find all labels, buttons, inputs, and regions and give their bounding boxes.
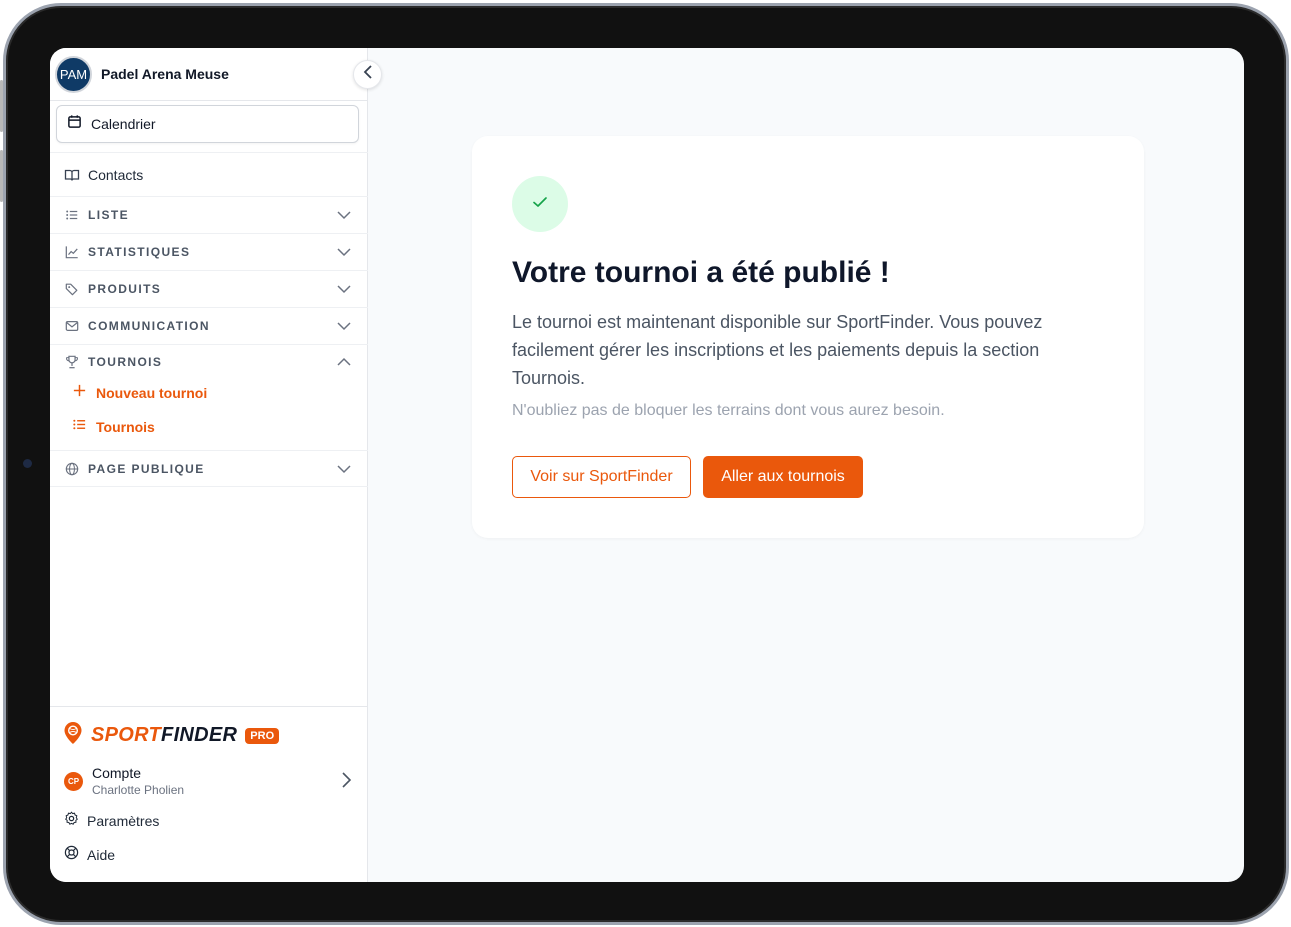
account-title: Compte xyxy=(92,765,142,781)
sidebar-section-produits[interactable]: PRODUITS xyxy=(50,271,368,308)
mail-icon xyxy=(64,318,80,334)
help-label: Aide xyxy=(87,847,116,863)
lifebuoy-icon xyxy=(64,845,79,865)
calendar-icon xyxy=(67,114,82,134)
chevron-down-icon xyxy=(337,464,351,473)
chevron-down-icon xyxy=(337,322,351,331)
org-header[interactable]: PAM Padel Arena Meuse xyxy=(50,48,368,101)
reminder-note: N'oubliez pas de bloquer les terrains do… xyxy=(512,402,945,419)
list-icon xyxy=(64,207,80,223)
org-avatar: PAM xyxy=(55,55,92,93)
success-title: Votre tournoi a été publié ! xyxy=(512,256,890,289)
sidebar-item-nouveau-tournoi[interactable]: Nouveau tournoi xyxy=(72,383,207,403)
section-label: STATISTIQUES xyxy=(88,245,191,259)
volume-button xyxy=(0,150,3,202)
check-icon xyxy=(530,192,550,217)
sidebar-footer: SPORTFINDER PRO CP Compte Charlotte Phol… xyxy=(50,706,368,882)
chevron-down-icon xyxy=(337,285,351,294)
volume-button xyxy=(0,80,3,132)
contacts-label: Contacts xyxy=(88,166,144,183)
camera-dot xyxy=(23,459,32,468)
nouveau-tournoi-label: Nouveau tournoi xyxy=(96,385,208,401)
sidebar-section-statistiques[interactable]: STATISTIQUES xyxy=(50,234,368,271)
chevron-down-icon xyxy=(337,211,351,220)
pro-badge: PRO xyxy=(245,727,280,744)
success-description: Le tournoi est maintenant disponible sur… xyxy=(512,312,1043,388)
account-menu[interactable]: CP Compte Charlotte Pholien xyxy=(64,765,354,797)
sidebar-section-tournois[interactable]: TOURNOIS xyxy=(50,345,368,379)
trophy-icon xyxy=(64,354,80,370)
calendar-label: Calendrier xyxy=(91,116,156,132)
section-label: LISTE xyxy=(88,208,130,222)
tag-icon xyxy=(64,281,80,297)
location-pin-icon xyxy=(63,721,83,750)
org-name: Padel Arena Meuse xyxy=(101,66,229,82)
view-on-sportfinder-button[interactable]: Voir sur SportFinder xyxy=(512,456,691,498)
section-label: TOURNOIS xyxy=(88,355,163,369)
success-card: Votre tournoi a été publié ! Le tournoi … xyxy=(472,136,1144,538)
logo-finder: FINDER xyxy=(161,724,238,746)
chart-icon xyxy=(64,244,80,260)
settings-label: Paramètres xyxy=(87,813,160,829)
plus-icon xyxy=(72,383,87,403)
logo-wordmark: SPORTFINDER xyxy=(91,724,237,747)
success-badge xyxy=(512,176,568,232)
list-icon xyxy=(72,417,87,437)
go-to-tournaments-button[interactable]: Aller aux tournois xyxy=(703,456,863,498)
user-avatar: CP xyxy=(64,772,83,791)
sidebar: PAM Padel Arena Meuse Calendrier Contact… xyxy=(50,48,368,882)
help-link[interactable]: Aide xyxy=(64,845,115,865)
chevron-down-icon xyxy=(337,248,351,257)
logo-sport: SPORT xyxy=(91,724,162,746)
book-icon xyxy=(64,167,80,183)
sidebar-item-contacts[interactable]: Contacts xyxy=(50,152,368,197)
chevron-left-icon xyxy=(361,64,375,85)
collapse-sidebar-button[interactable] xyxy=(353,60,382,89)
sportfinder-logo: SPORTFINDER PRO xyxy=(63,721,280,750)
sidebar-section-page-publique[interactable]: PAGE PUBLIQUE xyxy=(50,450,368,487)
section-label: PAGE PUBLIQUE xyxy=(88,461,205,476)
sidebar-section-communication[interactable]: COMMUNICATION xyxy=(50,308,368,345)
app-screen: PAM Padel Arena Meuse Calendrier Contact… xyxy=(50,48,1244,882)
sidebar-item-tournois[interactable]: Tournois xyxy=(72,417,155,437)
chevron-up-icon xyxy=(337,357,351,366)
chevron-right-icon xyxy=(338,771,354,794)
settings-link[interactable]: Paramètres xyxy=(64,811,159,831)
account-user-name: Charlotte Pholien xyxy=(92,783,185,797)
tournois-label: Tournois xyxy=(96,419,155,435)
section-label: PRODUITS xyxy=(88,282,162,296)
calendar-button[interactable]: Calendrier xyxy=(56,105,359,143)
sidebar-section-liste[interactable]: LISTE xyxy=(50,197,368,234)
section-label: COMMUNICATION xyxy=(88,319,210,333)
globe-icon xyxy=(64,461,80,477)
gear-icon xyxy=(64,811,79,831)
